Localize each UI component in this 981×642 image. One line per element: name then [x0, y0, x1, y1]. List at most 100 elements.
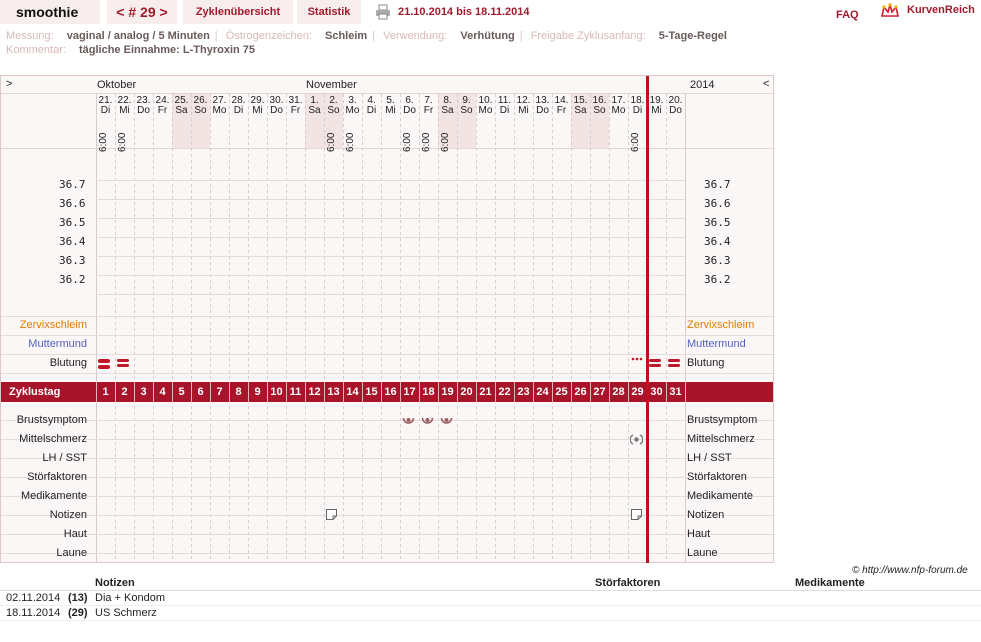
collapse-left-button[interactable]: > [6, 78, 12, 90]
note-icon[interactable] [631, 509, 642, 520]
cycle-day-number: 20 [460, 386, 473, 398]
day-header[interactable]: 15. Sa [571, 96, 590, 116]
day-header[interactable]: 16. So [590, 96, 609, 116]
day-header[interactable]: 21. Di 6:00 [96, 96, 115, 153]
breast-symptom-icon [402, 414, 415, 427]
row-zervixschleim-label-right: Zervixschleim [687, 319, 755, 331]
faq-link[interactable]: FAQ [836, 6, 859, 24]
day-header[interactable]: 10. Mo [476, 96, 495, 116]
cycle-day-separator [571, 382, 572, 402]
cycle-day-separator [381, 382, 382, 402]
cycle-day-number: 12 [308, 386, 321, 398]
day-header[interactable]: 24. Fr [153, 96, 172, 116]
day-header[interactable]: 25. Sa [172, 96, 191, 116]
day-weekday: Do [536, 105, 549, 116]
meta-value: vaginal / analog / 5 Minuten [66, 30, 210, 42]
temp-label: 36.5 [59, 216, 86, 229]
day-weekday: Do [270, 105, 283, 116]
symptom-row-label: LH / SST [42, 452, 87, 464]
meta-row-2: Kommentar: tägliche Einnahme: L-Thyroxin… [6, 43, 255, 57]
day-header[interactable]: 2. So 6:00 [324, 96, 343, 153]
day-header[interactable]: 27. Mo [210, 96, 229, 116]
day-weekday: Mo [611, 105, 626, 116]
day-header[interactable]: 6. Do 6:00 [400, 96, 419, 153]
note-icon[interactable] [326, 509, 337, 520]
day-header[interactable]: 5. Mi [381, 96, 400, 116]
day-weekday: Fr [423, 105, 434, 116]
bleeding-medium-icon [668, 358, 680, 368]
cycle-day-separator [267, 382, 268, 402]
day-header[interactable]: 28. Di [229, 96, 248, 116]
bleeding-medium-icon [649, 358, 661, 368]
row-blutung-label: Blutung [49, 357, 87, 369]
day-header[interactable]: 23. Do [134, 96, 153, 116]
cycle-day-separator [305, 382, 306, 402]
day-weekday: So [194, 105, 207, 116]
meta-label: Messung: [6, 30, 54, 42]
day-header[interactable]: 12. Mi [514, 96, 533, 116]
temp-label: 36.7 [59, 178, 86, 191]
meta-row-1: Messung: vaginal / analog / 5 Minuten | Ö… [6, 30, 727, 42]
day-weekday: Mo [478, 105, 493, 116]
notes-divider [0, 605, 981, 606]
tab-statistik[interactable]: Statistik [297, 0, 361, 24]
cycle-day-separator [609, 382, 610, 402]
day-header[interactable]: 3. Mo 6:00 [343, 96, 362, 153]
day-weekday: Sa [574, 105, 587, 116]
day-header[interactable]: 11. Di [495, 96, 514, 116]
cycle-nav[interactable]: < # 29 > [107, 0, 177, 24]
mittelschmerz-icon [630, 433, 643, 446]
tab-zyklenuebersicht[interactable]: Zyklenübersicht [183, 0, 293, 24]
meta-label: Freigabe Zyklusanfang: [530, 30, 646, 42]
day-weekday: Do [403, 105, 416, 116]
day-weekday: Mi [119, 105, 130, 116]
day-header[interactable]: 8. Sa 6:00 [438, 96, 457, 153]
symptom-row-label: Störfaktoren [27, 471, 87, 483]
day-header[interactable]: 20. Do [666, 96, 685, 116]
stoerfaktoren-header: Störfaktoren [595, 577, 661, 589]
meta-label: Verwendung: [383, 30, 448, 42]
day-header[interactable]: 31. Fr [286, 96, 305, 116]
cycle-day-separator [362, 382, 363, 402]
day-weekday: Mi [252, 105, 263, 116]
meta-value: 5-Tage-Regel [658, 30, 727, 42]
day-header[interactable]: 19. Mi [647, 96, 666, 116]
day-header[interactable]: 18. Di 6:00 [628, 96, 647, 153]
day-header[interactable]: 22. Mi 6:00 [115, 96, 134, 153]
note-cycle-day: (29) [68, 607, 88, 619]
day-header[interactable]: 26. So [191, 96, 210, 116]
day-header[interactable]: 17. Mo [609, 96, 628, 116]
cycle-day-separator [666, 382, 667, 402]
cycle-day-separator [210, 382, 211, 402]
cycle-day-number: 19 [441, 386, 454, 398]
meta-label: Kommentar: [6, 44, 66, 56]
day-header[interactable]: 9. So [457, 96, 476, 116]
cycle-day-number: 24 [536, 386, 549, 398]
day-header[interactable]: 1. Sa [305, 96, 324, 116]
day-header[interactable]: 7. Fr 6:00 [419, 96, 438, 153]
cycle-day-separator [533, 382, 534, 402]
brand-name[interactable]: KurvenReich [907, 3, 975, 17]
cycle-day-separator [134, 382, 135, 402]
day-header[interactable]: 14. Fr [552, 96, 571, 116]
cycle-day-number: 25 [555, 386, 568, 398]
cycle-day-separator [514, 382, 515, 402]
row-muttermund-label-right: Muttermund [687, 338, 746, 350]
day-header[interactable]: 30. Do [267, 96, 286, 116]
day-weekday: Mo [212, 105, 227, 116]
collapse-right-button[interactable]: < [763, 78, 769, 90]
day-header[interactable]: 29. Mi [248, 96, 267, 116]
day-weekday: Sa [175, 105, 188, 116]
note-date: 18.11.2014 [6, 607, 61, 619]
day-header[interactable]: 13. Do [533, 96, 552, 116]
note-date: 02.11.2014 [6, 592, 61, 604]
cycle-day-number: 3 [140, 386, 147, 398]
printer-icon[interactable] [375, 4, 391, 20]
cycle-day-number: 22 [498, 386, 511, 398]
meta-value: Schleim [325, 30, 368, 42]
day-weekday: Di [100, 105, 111, 116]
cycle-day-separator [153, 382, 154, 402]
day-header[interactable]: 4. Di [362, 96, 381, 116]
cycle-day-number: 9 [254, 386, 261, 398]
cycle-day-separator [438, 382, 439, 402]
